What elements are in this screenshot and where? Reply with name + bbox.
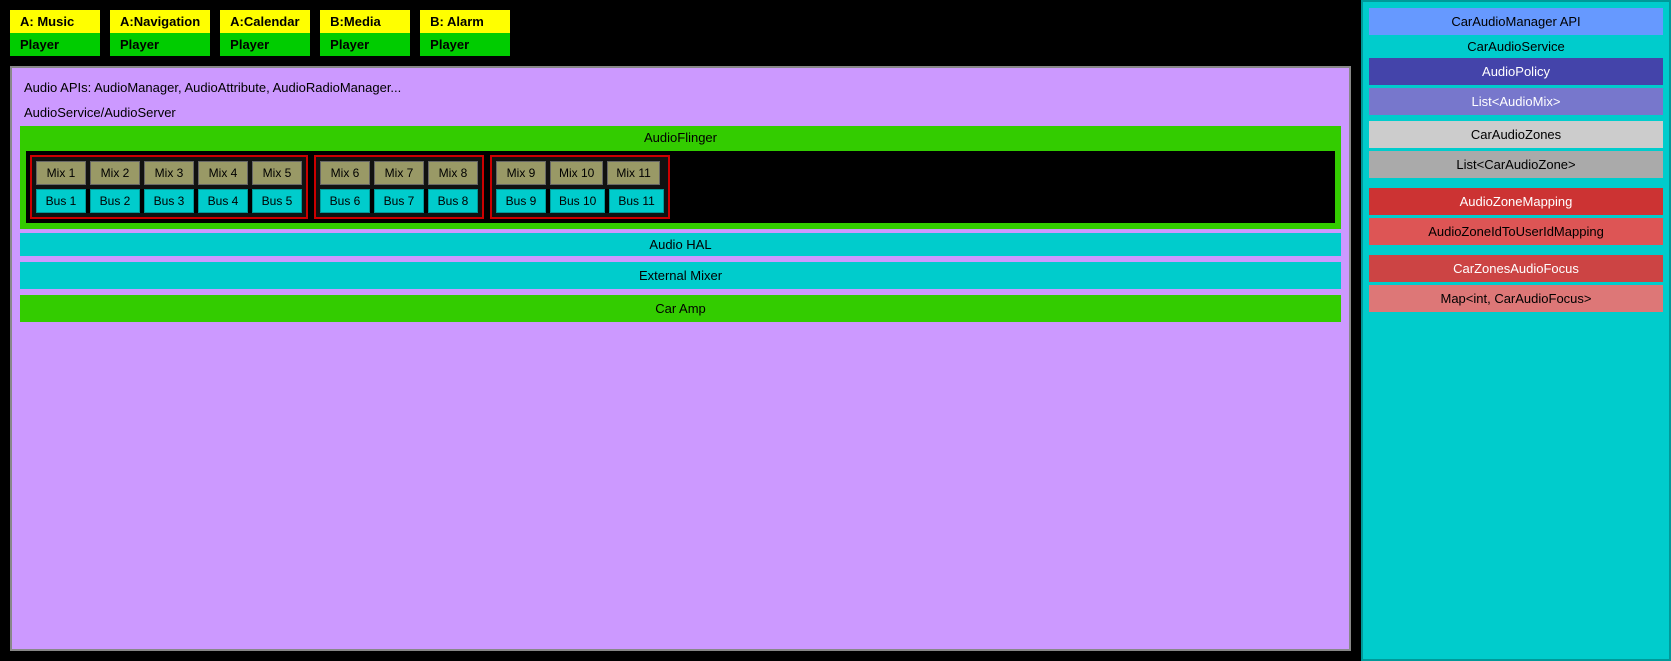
audio-hal: Audio HAL (20, 233, 1341, 256)
app-card-music: A: Music Player (10, 10, 100, 56)
mix-8: Mix 8 (428, 161, 478, 185)
app-calendar-bottom: Player (220, 33, 310, 56)
list-car-audio-zone: List<CarAudioZone> (1369, 151, 1663, 178)
car-audio-zones: CarAudioZones (1369, 121, 1663, 148)
audio-policy: AudioPolicy (1369, 58, 1663, 85)
mix-4: Mix 4 (198, 161, 248, 185)
right-panel: CarAudioManager API CarAudioService Audi… (1361, 0, 1671, 661)
app-media-top: B:Media (320, 10, 410, 33)
audio-service-label: AudioService/AudioServer (20, 103, 1341, 126)
mix-3: Mix 3 (144, 161, 194, 185)
bus-9: Bus 9 (496, 189, 546, 213)
app-card-media: B:Media Player (320, 10, 410, 56)
bus-2: Bus 2 (90, 189, 140, 213)
app-calendar-top: A:Calendar (220, 10, 310, 33)
bus-4: Bus 4 (198, 189, 248, 213)
mix-11: Mix 11 (607, 161, 659, 185)
audio-hal-label: Audio HAL (649, 237, 711, 252)
car-audio-zones-section: CarAudioZones List<CarAudioZone> (1369, 121, 1663, 178)
list-audio-mix: List<AudioMix> (1369, 88, 1663, 115)
car-amp-label: Car Amp (655, 301, 706, 316)
mix-10: Mix 10 (550, 161, 603, 185)
apps-row: A: Music Player A:Navigation Player A:Ca… (10, 10, 1351, 56)
bus-5: Bus 5 (252, 189, 302, 213)
audio-zone-id-mapping: AudioZoneIdToUserIdMapping (1369, 218, 1663, 245)
external-mixer-label: External Mixer (639, 268, 722, 283)
mix-2: Mix 2 (90, 161, 140, 185)
car-zones-audio-focus-section: CarZonesAudioFocus Map<int, CarAudioFocu… (1369, 255, 1663, 312)
audio-zone-mapping: AudioZoneMapping (1369, 188, 1663, 215)
car-amp: Car Amp (20, 295, 1341, 322)
mix-group-1: Mix 1 Mix 2 Mix 3 Mix 4 Mix 5 Bus 1 Bus … (30, 155, 308, 219)
mix-5: Mix 5 (252, 161, 302, 185)
bus-10: Bus 10 (550, 189, 605, 213)
audioflinger-container: AudioFlinger Mix 1 Mix 2 Mix 3 Mix 4 Mix… (20, 126, 1341, 229)
external-mixer: External Mixer (20, 262, 1341, 289)
map-car-audio-focus: Map<int, CarAudioFocus> (1369, 285, 1663, 312)
mix-group-2: Mix 6 Mix 7 Mix 8 Bus 6 Bus 7 Bus 8 (314, 155, 484, 219)
app-navigation-top: A:Navigation (110, 10, 210, 33)
audio-apis-label: Audio APIs: AudioManager, AudioAttribute… (20, 76, 1341, 103)
app-music-top: A: Music (10, 10, 100, 33)
mix-group-3: Mix 9 Mix 10 Mix 11 Bus 9 Bus 10 Bus 11 (490, 155, 670, 219)
bus-3: Bus 3 (144, 189, 194, 213)
audio-zone-mapping-section: AudioZoneMapping AudioZoneIdToUserIdMapp… (1369, 188, 1663, 245)
car-zones-audio-focus: CarZonesAudioFocus (1369, 255, 1663, 282)
app-card-calendar: A:Calendar Player (220, 10, 310, 56)
bus-6: Bus 6 (320, 189, 370, 213)
audioflinger-label: AudioFlinger (26, 130, 1335, 145)
left-panel: A: Music Player A:Navigation Player A:Ca… (0, 0, 1361, 661)
app-card-navigation: A:Navigation Player (110, 10, 210, 56)
mix-1: Mix 1 (36, 161, 86, 185)
app-card-alarm: B: Alarm Player (420, 10, 510, 56)
car-audio-service-label: CarAudioService (1369, 35, 1663, 58)
bus-11: Bus 11 (609, 189, 663, 213)
diagram-area: Audio APIs: AudioManager, AudioAttribute… (10, 66, 1351, 651)
car-audio-manager-api: CarAudioManager API (1369, 8, 1663, 35)
app-media-bottom: Player (320, 33, 410, 56)
mix-9: Mix 9 (496, 161, 546, 185)
mix-6: Mix 6 (320, 161, 370, 185)
app-alarm-bottom: Player (420, 33, 510, 56)
bus-1: Bus 1 (36, 189, 86, 213)
audio-policy-section: AudioPolicy List<AudioMix> (1369, 58, 1663, 115)
app-navigation-bottom: Player (110, 33, 210, 56)
bus-7: Bus 7 (374, 189, 424, 213)
app-music-bottom: Player (10, 33, 100, 56)
mix-7: Mix 7 (374, 161, 424, 185)
bus-8: Bus 8 (428, 189, 478, 213)
app-alarm-top: B: Alarm (420, 10, 510, 33)
